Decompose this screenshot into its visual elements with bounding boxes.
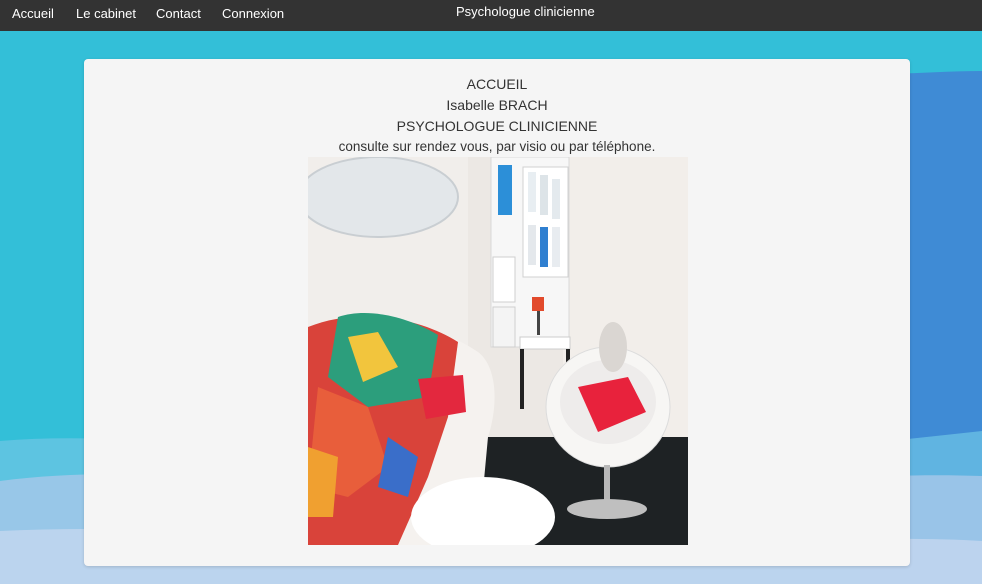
top-navbar: Accueil Le cabinet Contact Connexion Psy…	[0, 0, 982, 31]
page-heading: ACCUEIL	[466, 76, 528, 92]
nav-item-accueil[interactable]: Accueil	[12, 6, 54, 21]
office-photo-illustration	[308, 157, 688, 545]
site-title: Psychologue clinicienne	[456, 4, 595, 19]
nav-item-le-cabinet[interactable]: Le cabinet	[76, 6, 136, 21]
profession-title: PSYCHOLOGUE CLINICIENNE	[396, 118, 598, 134]
content-panel: ACCUEIL Isabelle BRACH PSYCHOLOGUE CLINI…	[84, 59, 910, 566]
office-photo	[308, 157, 688, 545]
nav-item-contact[interactable]: Contact	[156, 6, 201, 21]
consultation-info: consulte sur rendez vous, par visio ou p…	[338, 139, 656, 154]
practitioner-name: Isabelle BRACH	[446, 97, 548, 113]
nav-item-connexion[interactable]: Connexion	[222, 6, 284, 21]
